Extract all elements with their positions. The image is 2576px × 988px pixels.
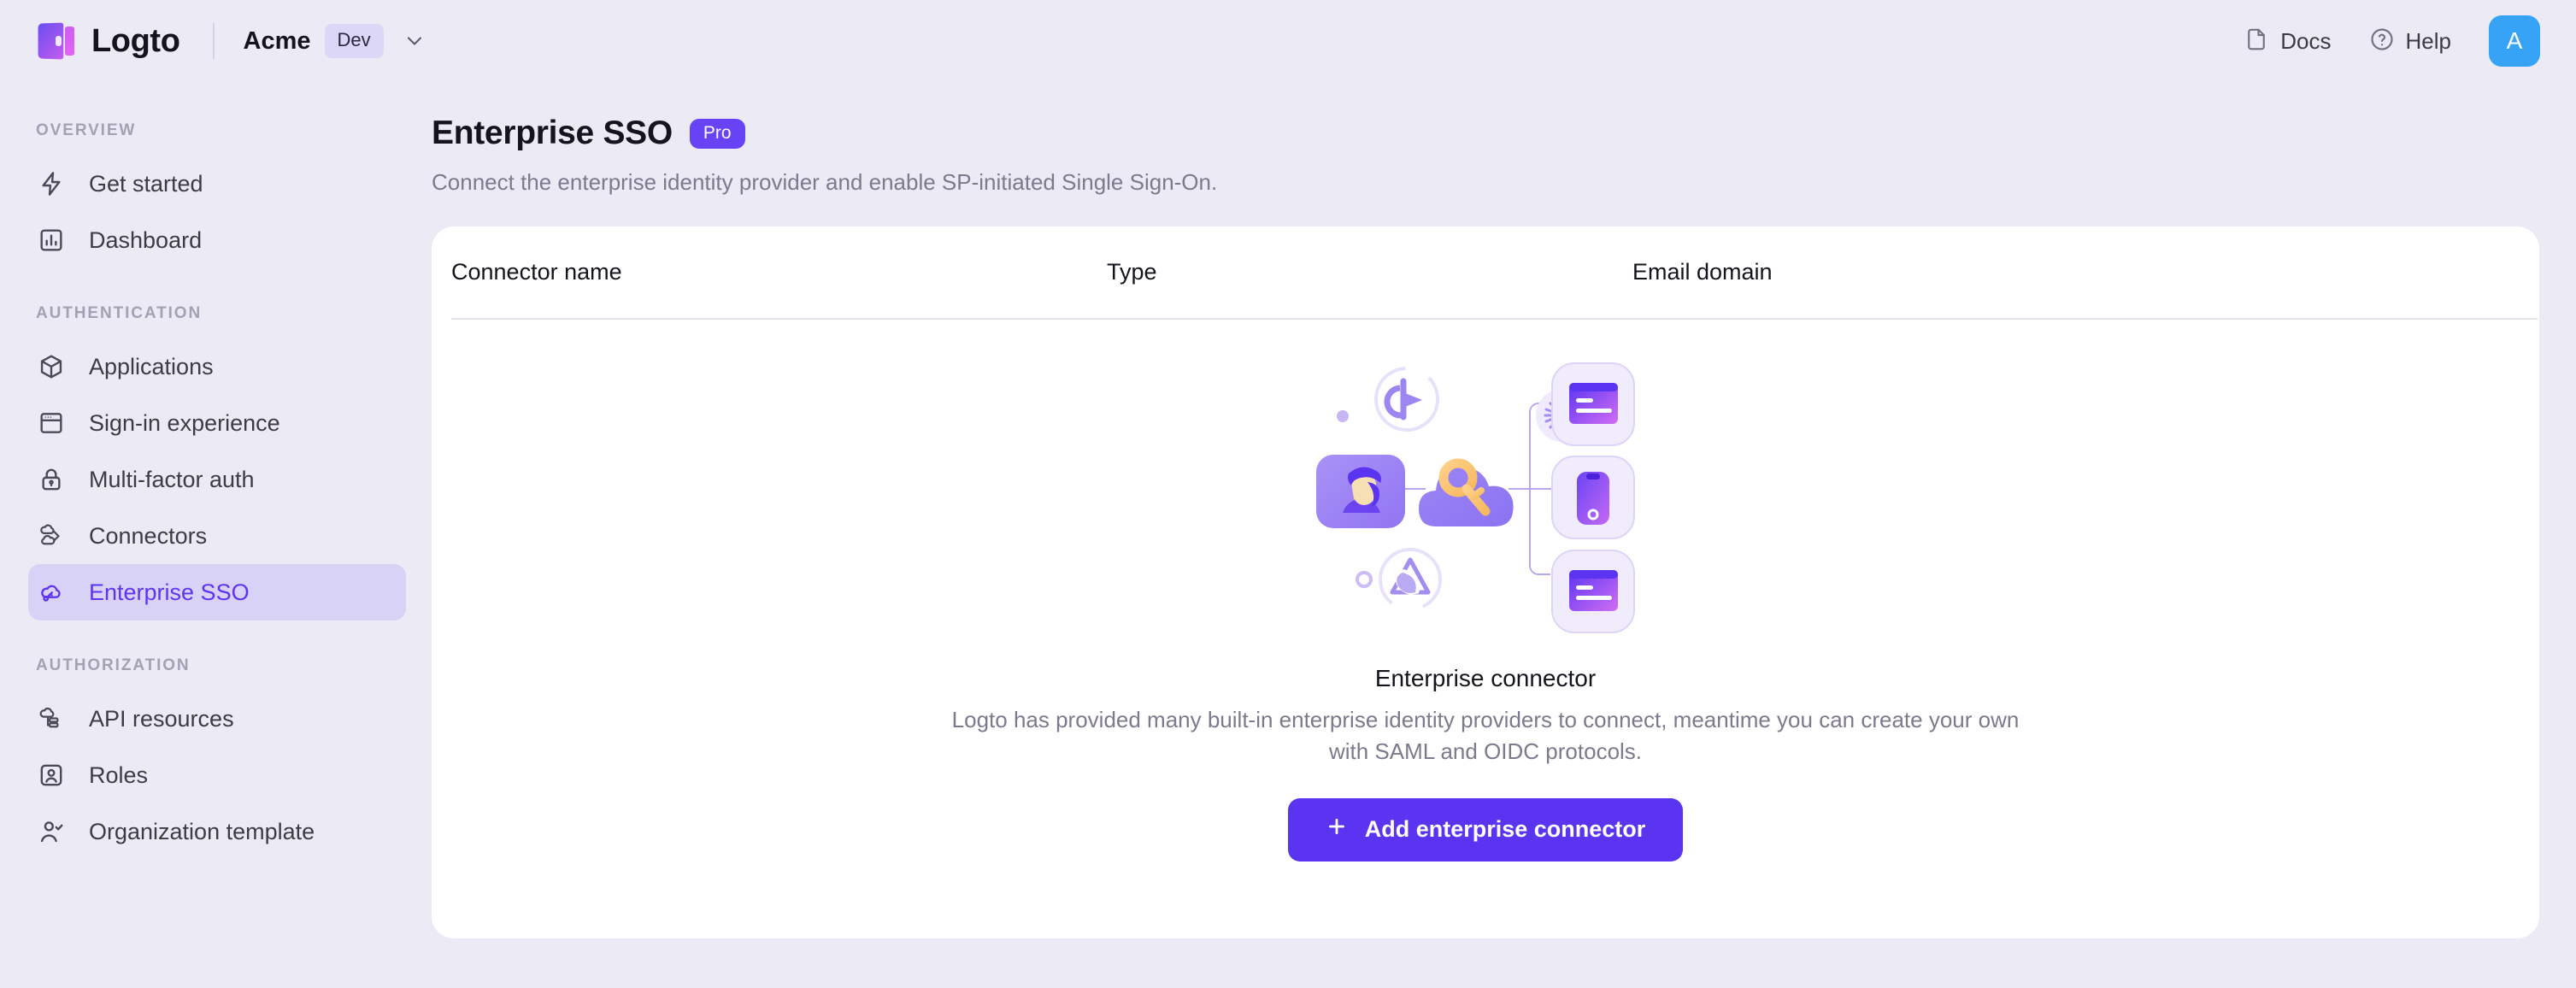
sidebar-item-sign-in-experience[interactable]: Sign-in experience [28,395,406,451]
docs-button[interactable]: Docs [2244,26,2332,56]
column-header-type: Type [1107,259,1157,285]
sidebar-section-authorization: AUTHORIZATION [36,656,191,674]
tenant-name: Acme [243,26,311,55]
tenant-switcher[interactable]: Acme Dev [244,24,426,58]
cloud-server-icon [36,703,67,734]
empty-state-title: Enterprise connector [1374,665,1597,691]
column-header-email-domain: Email domain [1632,259,1773,285]
top-bar-actions: Docs Help A [2244,15,2540,67]
page-subtitle: Connect the enterprise identity provider… [432,169,1218,195]
help-label: Help [2405,27,2451,54]
sidebar-item-label: Multi-factor auth [89,466,255,492]
page-title: Enterprise SSO [432,115,673,151]
brand[interactable]: Logto [38,21,180,61]
enterprise-connector-illustration-icon [1314,345,1656,653]
cloud-key-icon [36,577,67,608]
brand-name: Logto [91,22,180,59]
sidebar-item-organization-template[interactable]: Organization template [28,803,406,860]
avatar[interactable]: A [2489,15,2540,67]
sidebar-item-label: Organization template [89,818,315,844]
help-button[interactable]: Help [2369,26,2451,56]
user-badge-icon [36,760,67,791]
title-row: Enterprise SSO Pro [432,115,2576,152]
sidebar-item-enterprise-sso[interactable]: Enterprise SSO [28,564,406,620]
sidebar-item-applications[interactable]: Applications [28,338,406,395]
sidebar-item-get-started[interactable]: Get started [28,156,406,212]
tenant-env-badge: Dev [324,24,384,58]
sidebar-section-overview: OVERVIEW [36,121,137,139]
table-header-row: Connector name Type Email domain [432,226,2539,299]
sidebar-item-label: Connectors [89,522,208,549]
bar-chart-icon [36,225,67,256]
cube-icon [36,351,67,382]
sidebar-item-label: Roles [89,762,149,788]
empty-state: Enterprise connector Logto has provided … [432,318,2539,938]
add-enterprise-connector-label: Add enterprise connector [1364,816,1646,843]
page-header: Enterprise SSO Pro Connect the enterpris… [432,82,2576,196]
column-header-connector-name: Connector name [451,259,622,285]
sidebar-item-label: API resources [89,705,234,732]
sidebar-item-label: Applications [89,353,214,379]
sidebar-item-dashboard[interactable]: Dashboard [28,212,406,268]
plus-icon [1326,815,1348,844]
lock-icon [36,464,67,495]
user-check-icon [36,816,67,847]
sidebar-item-multi-factor-auth[interactable]: Multi-factor auth [28,451,406,508]
chevron-down-icon[interactable] [403,29,426,53]
add-enterprise-connector-button[interactable]: Add enterprise connector [1287,797,1684,862]
sidebar-item-connectors[interactable]: Connectors [28,508,406,564]
sidebar: OVERVIEW Get started Dashboard AUTHENTIC… [0,82,432,988]
pro-badge: Pro [689,118,745,149]
sidebar-item-label: Dashboard [89,226,203,253]
question-circle-icon [2369,26,2395,56]
header-divider [212,23,215,59]
sidebar-section-authentication: AUTHENTICATION [36,304,203,322]
lightning-bolt-icon [36,168,67,199]
sidebar-item-label: Enterprise SSO [89,579,250,605]
connectors-card: Connector name Type Email domain Enterpr… [432,226,2539,938]
browser-window-icon [36,408,67,438]
sidebar-item-api-resources[interactable]: API resources [28,691,406,747]
logto-door-logo-icon [38,21,77,61]
sidebar-item-roles[interactable]: Roles [28,747,406,803]
main-content: Enterprise SSO Pro Connect the enterpris… [432,82,2576,988]
docs-label: Docs [2280,27,2332,54]
connector-clouds-icon [36,520,67,551]
document-icon [2244,26,2269,56]
sidebar-item-label: Sign-in experience [89,409,280,436]
empty-state-description: Logto has provided many built-in enterpr… [951,707,2020,764]
top-bar: Logto Acme Dev Docs Help A [0,0,2576,82]
sidebar-item-label: Get started [89,170,203,197]
